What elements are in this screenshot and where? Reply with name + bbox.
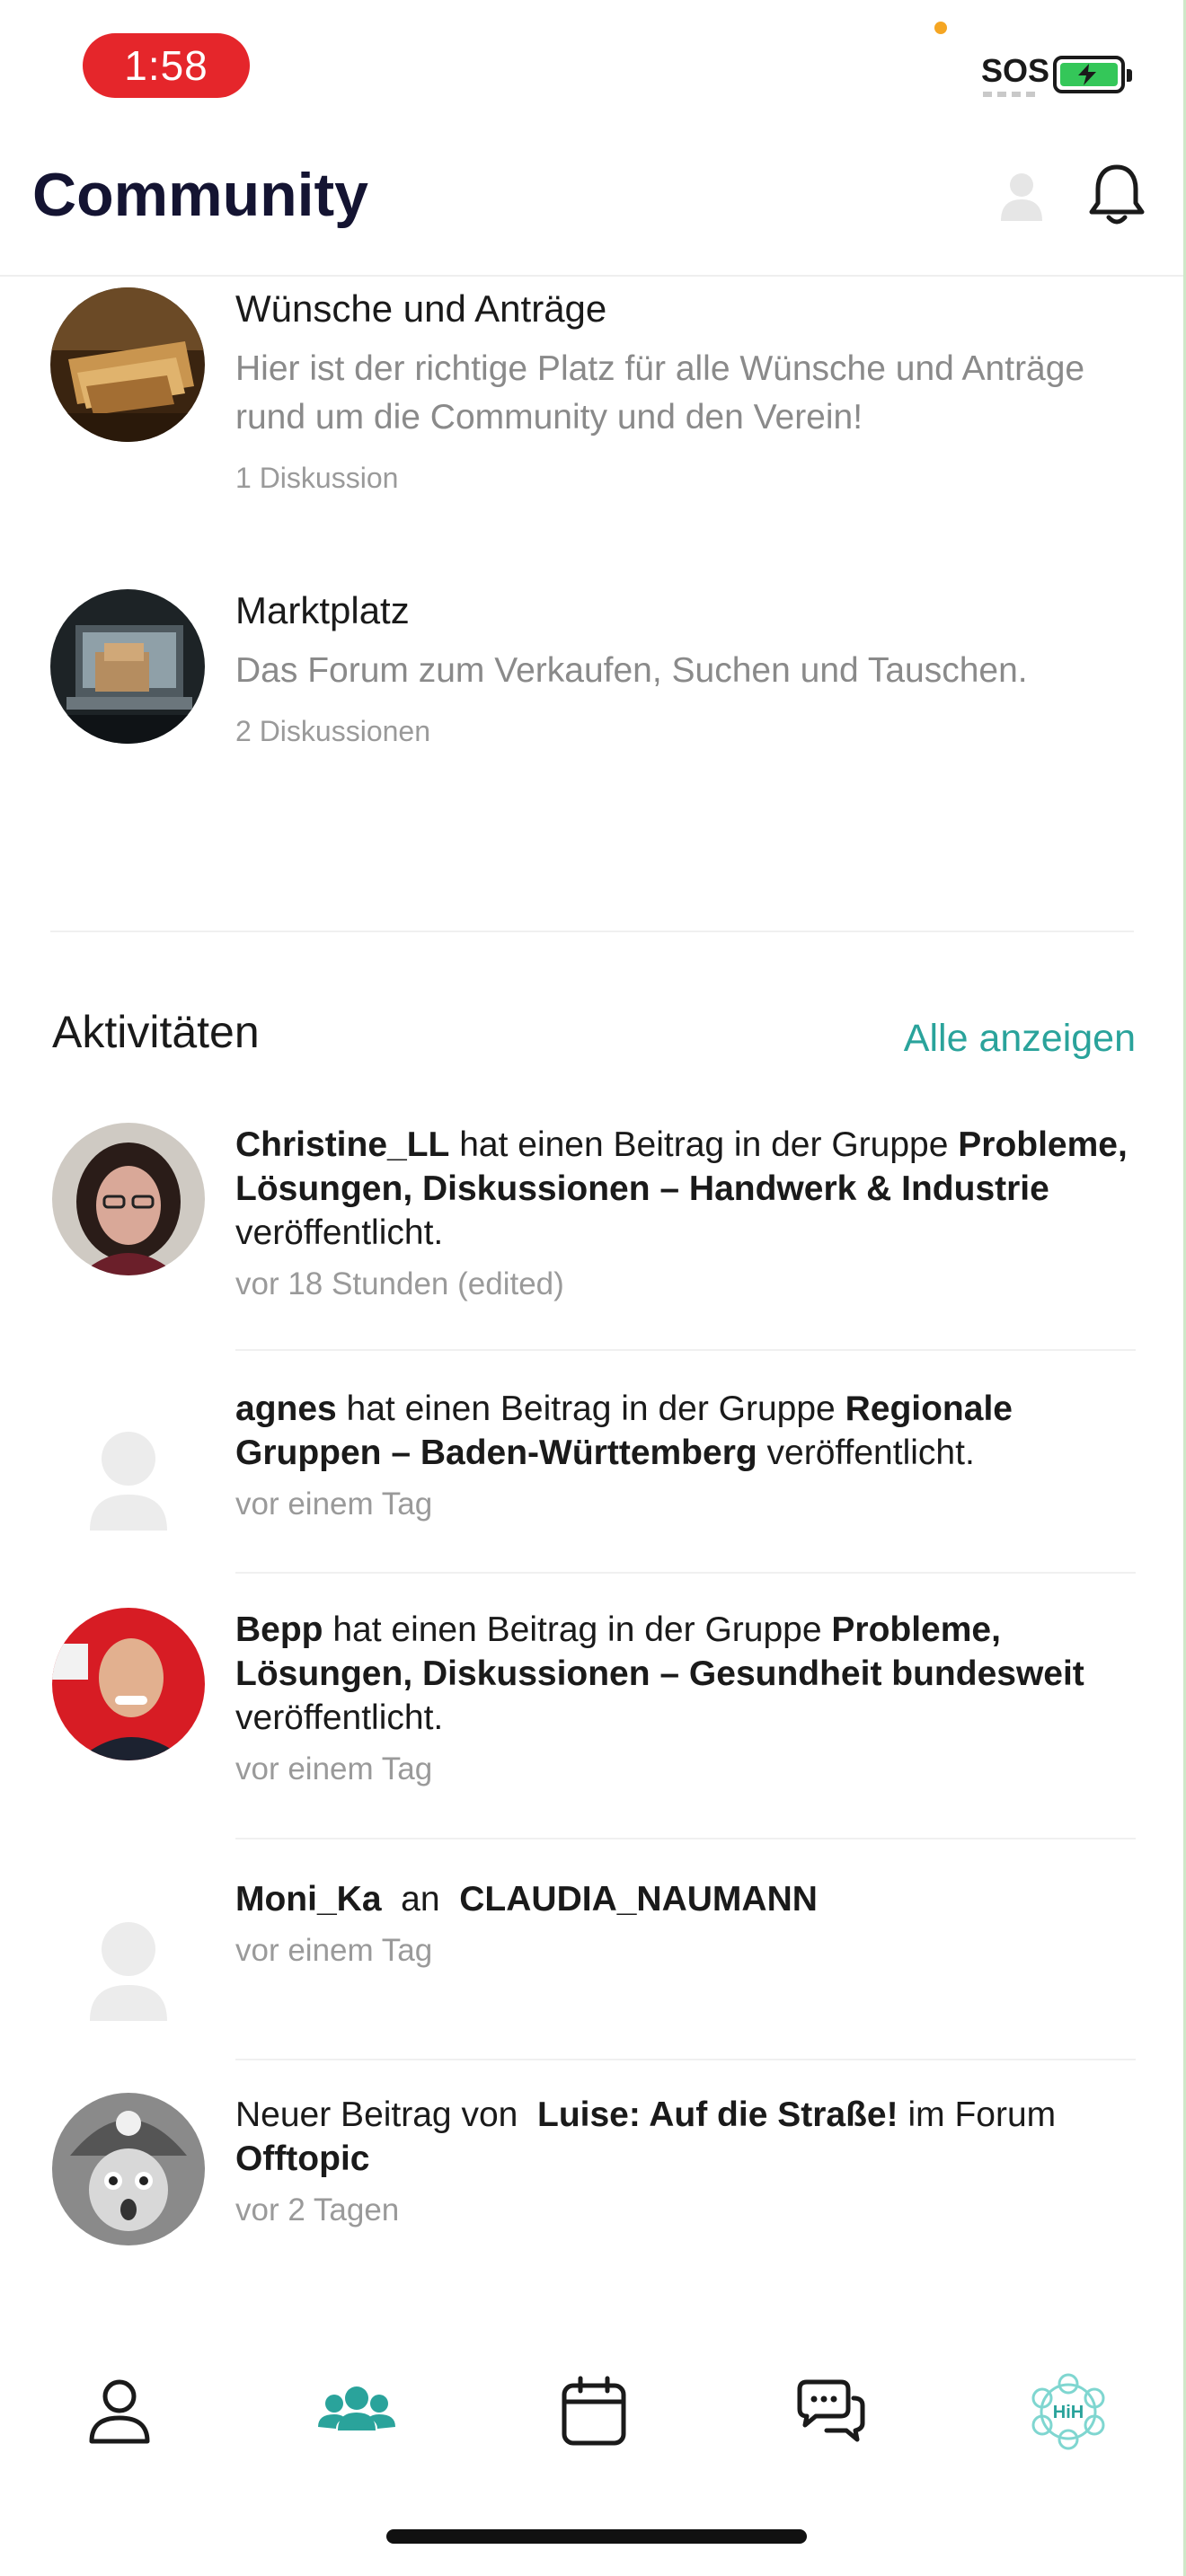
chat-icon[interactable] <box>791 2371 872 2452</box>
forum-title: Marktplatz <box>235 589 410 631</box>
signal-dots <box>983 92 1039 97</box>
activity-text: Bepp hat einen Beitrag in der Gruppe Pro… <box>235 1608 1137 1740</box>
battery-icon <box>1053 56 1132 93</box>
activity-text-part: hat einen Beitrag in der Gruppe <box>323 1610 832 1649</box>
activity-user[interactable]: Moni_Ka <box>235 1880 382 1919</box>
activity-timestamp: vor 18 Stunden (edited) <box>235 1266 564 1301</box>
profile-avatar-icon[interactable] <box>999 169 1044 223</box>
status-bar: 1:58 SOS <box>0 0 1186 135</box>
app-header: Community <box>0 135 1186 277</box>
activity-text-part: im Forum <box>898 2095 1057 2134</box>
user-avatar[interactable] <box>52 1608 205 1760</box>
activity-timestamp: vor einem Tag <box>235 1486 433 1522</box>
forum-thumbnail <box>50 287 205 442</box>
default-avatar-icon[interactable] <box>52 1405 205 1557</box>
hih-logo-icon[interactable]: HiH <box>1028 2371 1109 2452</box>
home-indicator[interactable] <box>386 2529 807 2544</box>
activity-text-part: an <box>381 1880 460 1919</box>
user-avatar[interactable] <box>52 1123 205 1275</box>
forum-discussion-count: 1 Diskussion <box>235 462 399 494</box>
activity-user[interactable]: Christine_LL <box>235 1125 449 1164</box>
forum-thumbnail <box>50 589 205 744</box>
activity-text: Christine_LL hat einen Beitrag in der Gr… <box>235 1123 1137 1255</box>
activity-timestamp: vor einem Tag <box>235 1751 433 1786</box>
community-icon[interactable] <box>316 2371 397 2452</box>
activity-body: agnes hat einen Beitrag in der Gruppe Re… <box>235 1387 1137 1526</box>
activity-user[interactable]: Luise: Auf die Straße! <box>537 2095 898 2134</box>
default-avatar-icon[interactable] <box>52 1895 205 2048</box>
forum-description: Das Forum zum Verkaufen, Suchen und Taus… <box>235 651 1028 690</box>
activity-target[interactable]: CLAUDIA_NAUMANN <box>459 1880 818 1919</box>
activity-text-part: hat einen Beitrag in der Gruppe <box>449 1125 959 1164</box>
activity-user[interactable]: Bepp <box>235 1610 323 1649</box>
activity-divider <box>235 1572 1136 1574</box>
privacy-indicator-dot <box>934 22 947 34</box>
calendar-icon[interactable] <box>553 2371 634 2452</box>
forum-body: Marktplatz Das Forum zum Verkaufen, Such… <box>235 589 1143 748</box>
activity-text-part: veröffentlicht. <box>757 1434 975 1472</box>
charging-bolt-icon <box>1078 64 1096 85</box>
activities-title: Aktivitäten <box>52 1007 260 1057</box>
forum-description: Hier ist der richtige Platz für alle Wün… <box>235 349 1085 437</box>
activity-timestamp: vor einem Tag <box>235 1933 433 1968</box>
show-all-link[interactable]: Alle anzeigen <box>904 1017 1136 1061</box>
svg-text:HiH: HiH <box>1053 2403 1084 2422</box>
activity-user[interactable]: agnes <box>235 1389 337 1428</box>
activity-text: agnes hat einen Beitrag in der Gruppe Re… <box>235 1387 1137 1475</box>
activity-timestamp: vor 2 Tagen <box>235 2192 400 2228</box>
activity-text-part: Neuer Beitrag von <box>235 2095 538 2134</box>
activity-body: Neuer Beitrag von Luise: Auf die Straße!… <box>235 2093 1137 2232</box>
bell-icon[interactable] <box>1087 162 1146 230</box>
activity-divider <box>235 2059 1136 2060</box>
activity-body: Bepp hat einen Beitrag in der Gruppe Pro… <box>235 1608 1137 1791</box>
user-avatar[interactable] <box>52 2093 205 2245</box>
person-icon[interactable] <box>79 2371 160 2452</box>
activity-text: Neuer Beitrag von Luise: Auf die Straße!… <box>235 2093 1137 2181</box>
bottom-nav: HiH <box>0 2335 1186 2497</box>
section-divider <box>50 931 1134 932</box>
activity-divider <box>235 1838 1136 1839</box>
activity-body: Christine_LL hat einen Beitrag in der Gr… <box>235 1123 1137 1306</box>
status-time[interactable]: 1:58 <box>83 33 250 98</box>
activity-text-part: veröffentlicht. <box>235 1213 444 1252</box>
activity-text-part: hat einen Beitrag in der Gruppe <box>336 1389 845 1428</box>
activity-text: Moni_Ka an CLAUDIA_NAUMANN <box>235 1877 1137 1921</box>
sos-label: SOS <box>981 52 1050 89</box>
activity-text-part: veröffentlicht. <box>235 1698 444 1737</box>
activity-divider <box>235 1349 1136 1351</box>
forum-title: Wünsche und Anträge <box>235 287 607 330</box>
forum-body: Wünsche und Anträge Hier ist der richtig… <box>235 287 1143 495</box>
activity-body: Moni_Ka an CLAUDIA_NAUMANN vor einem Tag <box>235 1877 1137 1972</box>
page-title: Community <box>32 161 368 229</box>
forum-discussion-count: 2 Diskussionen <box>235 715 430 747</box>
activity-target[interactable]: Offtopic <box>235 2139 369 2178</box>
